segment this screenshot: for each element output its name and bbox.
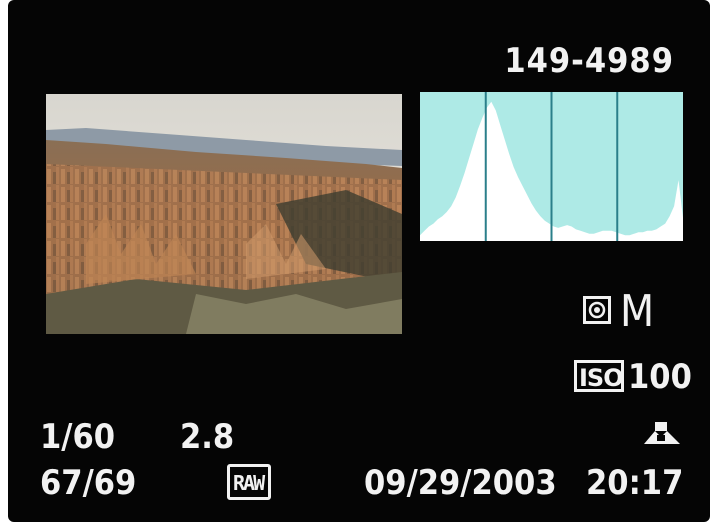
iso-badge: ISO — [574, 360, 624, 392]
aperture-value: 2.8 — [180, 417, 235, 457]
shooting-mode: M — [620, 286, 655, 337]
shutter-speed: 1/60 — [40, 417, 116, 457]
custom-white-balance-icon — [640, 420, 684, 446]
iso-value: 100 — [628, 357, 692, 397]
camera-playback-screen: 149-4989 M ISO 100 1/60 2.8 67/69 RAW 09… — [8, 0, 710, 522]
raw-quality-label: RAW — [233, 471, 265, 495]
image-thumbnail — [46, 94, 402, 334]
evaluative-metering-icon — [583, 296, 611, 324]
file-number: 149-4989 — [504, 41, 674, 81]
capture-time: 20:17 — [586, 463, 684, 503]
capture-date: 09/29/2003 — [364, 463, 557, 503]
raw-quality-badge: RAW — [227, 464, 271, 500]
canyon-landscape-image — [46, 94, 402, 334]
histogram-graph — [420, 92, 683, 241]
brightness-histogram — [420, 92, 683, 241]
iso-label: ISO — [579, 364, 624, 392]
frame-counter: 67/69 — [40, 463, 137, 503]
